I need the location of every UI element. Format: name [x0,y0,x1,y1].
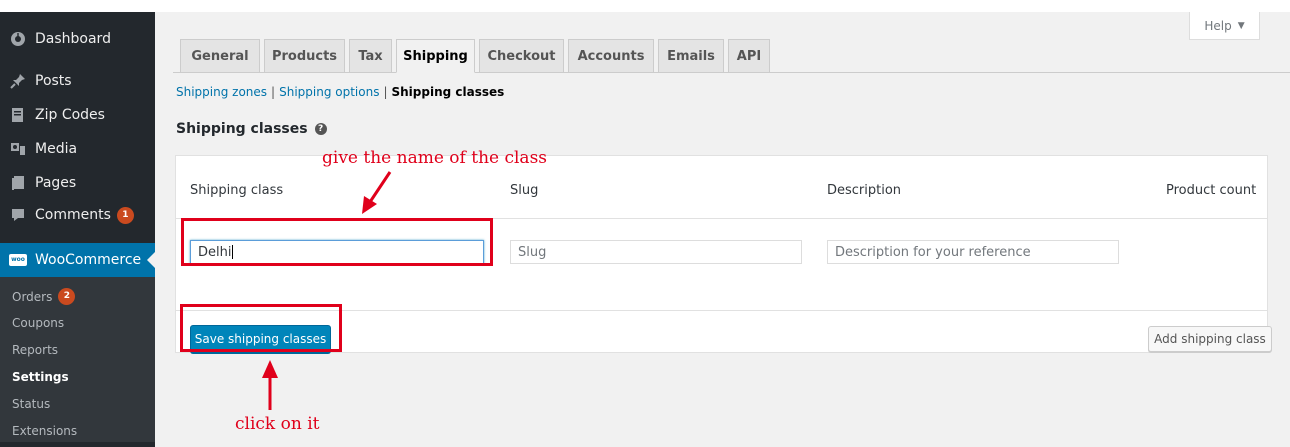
sidebar-item-label: Pages [35,175,77,191]
sidebar-item-label: Dashboard [35,31,111,47]
sidebar-item-label: Media [35,141,78,157]
column-header-shipping-class: Shipping class [190,183,284,198]
highlight-box-save-button [180,304,342,352]
sidebar-item-label: Posts [35,73,72,89]
shipping-section-links: Shipping zones | Shipping options | Ship… [176,85,504,99]
sidebar-item-label: Zip Codes [35,107,105,123]
sidebar-item-dashboard[interactable]: Dashboard [0,22,155,56]
help-label: Help [1204,18,1232,33]
link-shipping-zones[interactable]: Shipping zones [176,85,267,99]
pages-icon [10,175,26,191]
submenu-item-coupons[interactable]: Coupons [12,316,64,330]
tab-checkout[interactable]: Checkout [479,39,564,73]
tab-emails[interactable]: Emails [658,39,724,73]
comments-count-badge: 1 [116,206,134,224]
link-shipping-classes-current: Shipping classes [391,85,505,99]
submenu-item-status[interactable]: Status [12,397,50,411]
admin-sidebar: Dashboard Posts Zip Codes Media Pages Co… [0,12,155,447]
settings-tabs: General Products Tax Shipping Checkout A… [173,39,1290,73]
link-shipping-options[interactable]: Shipping options [279,85,379,99]
slug-input[interactable]: Slug [510,240,802,264]
document-icon [10,107,26,123]
pin-icon [10,73,26,89]
tab-products[interactable]: Products [264,39,345,73]
separator: | [271,85,276,99]
section-title-text: Shipping classes [176,121,308,137]
column-header-description: Description [827,183,902,198]
help-tab-button[interactable]: Help ▼ [1189,12,1260,40]
media-icon [10,141,26,157]
tab-tax[interactable]: Tax [349,39,392,73]
highlight-box-class-name [181,218,493,266]
active-menu-arrow [147,252,155,268]
woocommerce-submenu: Orders 2 Coupons Reports Settings Status… [0,277,155,442]
sidebar-item-label: WooCommerce [35,252,142,268]
sidebar-item-pages[interactable]: Pages [0,166,155,200]
annotation-click-on-it: click on it [235,414,320,434]
tab-api[interactable]: API [728,39,770,73]
submenu-item-extensions[interactable]: Extensions [12,424,77,438]
column-header-product-count: Product count [1166,183,1257,198]
orders-count-badge: 2 [58,288,76,305]
submenu-item-settings[interactable]: Settings [12,370,69,384]
add-shipping-class-button[interactable]: Add shipping class [1148,326,1272,352]
help-tip-icon[interactable]: ? [314,123,327,135]
sidebar-item-label: Comments [35,207,111,223]
sidebar-item-comments[interactable]: Comments 1 [0,198,155,232]
annotation-give-name: give the name of the class [322,148,548,168]
triangle-down-icon: ▼ [1237,20,1245,31]
submenu-item-reports[interactable]: Reports [12,343,58,357]
description-input[interactable]: Description for your reference [827,240,1119,264]
sidebar-item-media[interactable]: Media [0,132,155,166]
woo-icon: woo [9,252,27,268]
column-header-slug: Slug [510,183,539,198]
tab-accounts[interactable]: Accounts [568,39,654,73]
sidebar-item-zip-codes[interactable]: Zip Codes [0,98,155,132]
tab-shipping[interactable]: Shipping [396,39,475,73]
tab-general[interactable]: General [180,39,260,73]
separator: | [383,85,388,99]
sidebar-item-woocommerce[interactable]: woo WooCommerce [0,243,155,277]
comment-icon [10,207,26,223]
dashboard-icon [10,31,26,47]
woo-icon-text: woo [9,254,27,266]
submenu-item-orders[interactable]: Orders 2 [12,288,76,305]
submenu-item-label: Orders [12,289,53,304]
sidebar-item-posts[interactable]: Posts [0,64,155,98]
page-title: Shipping classes ? [176,121,327,137]
